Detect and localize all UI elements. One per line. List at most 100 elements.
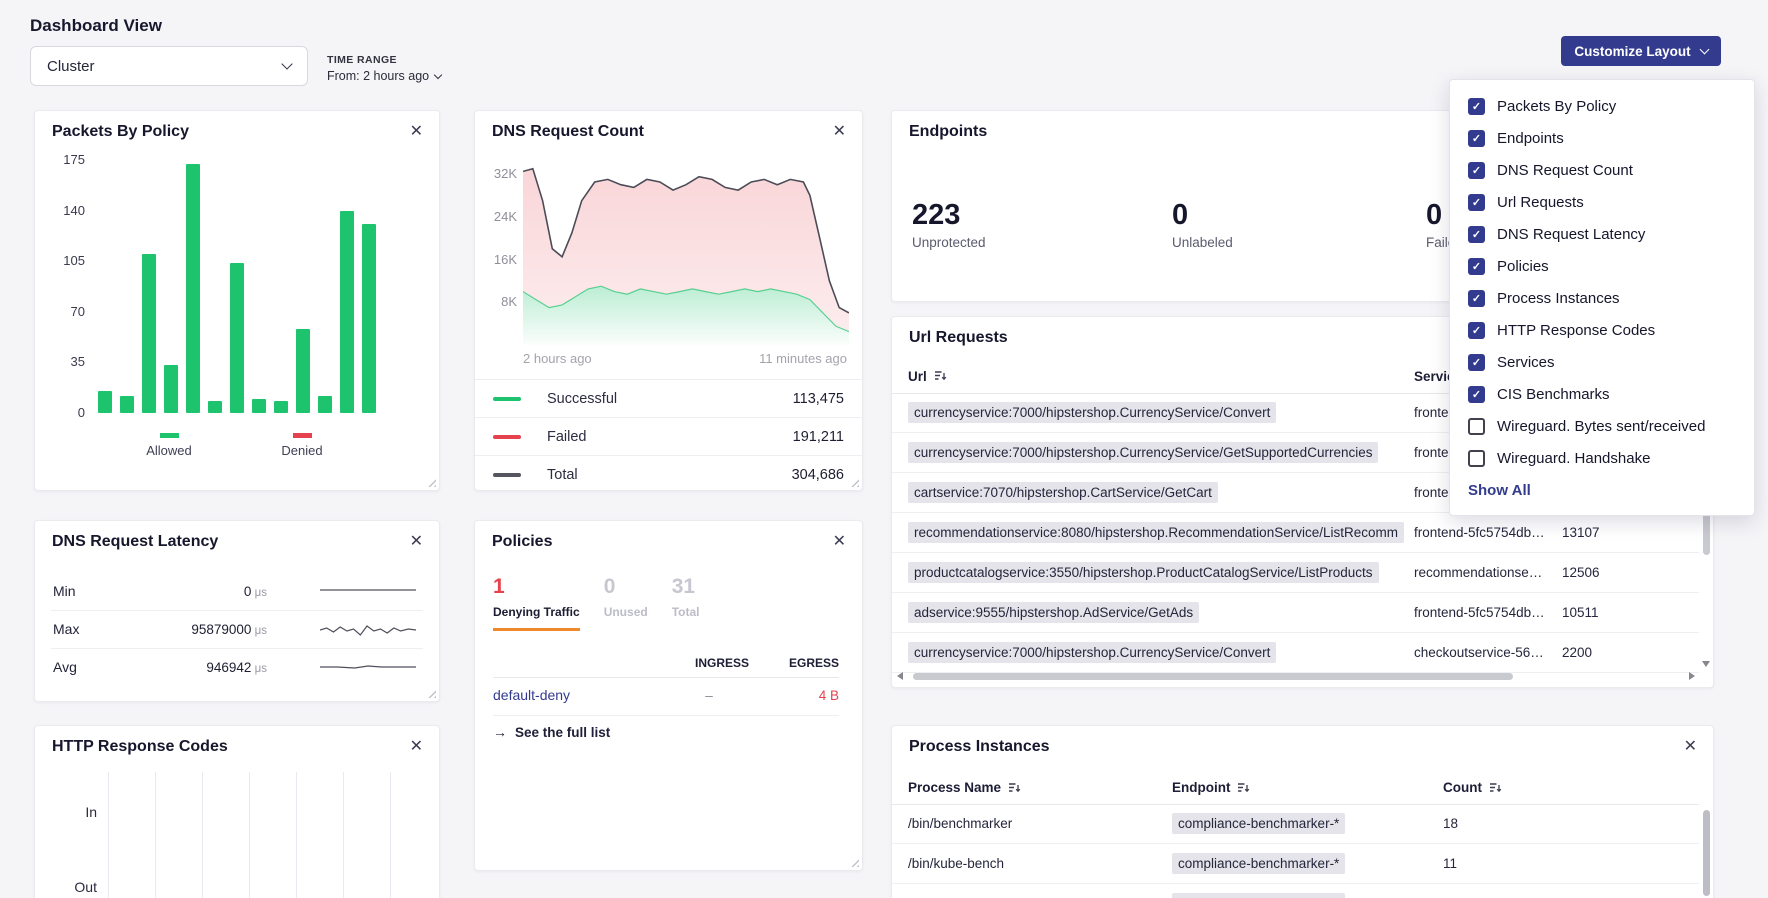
latency-sparkline [320, 620, 416, 640]
close-icon[interactable] [410, 531, 423, 551]
column-header-egress[interactable]: EGRESS [759, 656, 839, 670]
legend-color-dash [493, 473, 521, 477]
card-title: Process Instances [909, 738, 1050, 756]
y-axis-label: 35 [47, 354, 85, 369]
scroll-right-arrow[interactable] [1689, 672, 1695, 680]
customize-menu-item[interactable]: Policies [1468, 250, 1736, 282]
vertical-scrollbar[interactable] [1703, 806, 1710, 898]
process-instance-row: /bin/kube-benchcompliance-benchmarker-*1… [892, 844, 1699, 884]
customize-menu-item[interactable]: HTTP Response Codes [1468, 314, 1736, 346]
chevron-down-icon [281, 58, 292, 69]
see-full-list-link[interactable]: See the full list [493, 724, 610, 740]
close-icon[interactable] [410, 121, 423, 141]
checkbox-unchecked-icon[interactable] [1468, 450, 1485, 467]
menu-item-label: Wireguard. Bytes sent/received [1497, 418, 1705, 435]
scroll-left-arrow[interactable] [897, 672, 903, 680]
checkbox-checked-icon[interactable] [1468, 130, 1485, 147]
customize-menu-item[interactable]: DNS Request Count [1468, 154, 1736, 186]
url-cell: currencyservice:7000/hipstershop.Currenc… [908, 633, 1406, 672]
policy-ingress-value: – [669, 688, 749, 703]
time-range-value[interactable]: From: 2 hours ago [327, 69, 441, 83]
process-name-cell: /bin/benchmarker [908, 804, 1148, 843]
legend-label: Successful [547, 391, 617, 407]
resize-handle[interactable] [849, 857, 859, 867]
column-header-ingress[interactable]: INGRESS [669, 656, 749, 670]
customize-layout-menu: Packets By Policy Endpoints DNS Request Co… [1449, 79, 1755, 516]
checkbox-checked-icon[interactable] [1468, 322, 1485, 339]
scrollbar-thumb[interactable] [913, 673, 1513, 680]
close-icon[interactable] [833, 531, 846, 551]
customize-layout-button[interactable]: Customize Layout [1561, 36, 1721, 66]
endpoint-chip: compliance-benchmarker-* [1172, 813, 1345, 834]
customize-menu-item[interactable]: Services [1468, 346, 1736, 378]
checkbox-checked-icon[interactable] [1468, 386, 1485, 403]
bar [252, 399, 266, 413]
stat-label: Unprotected [912, 235, 986, 250]
policies-stat-unused[interactable]: 0 Unused [604, 575, 648, 631]
scrollbar-thumb[interactable] [1703, 810, 1710, 896]
column-header-count[interactable]: Count [1443, 771, 1533, 804]
legend-value: 304,686 [792, 467, 844, 483]
checkbox-checked-icon[interactable] [1468, 290, 1485, 307]
process-instances-rows: /bin/benchmarker compliance-benchmarker-*… [892, 804, 1699, 898]
sort-icon[interactable] [934, 370, 947, 382]
url-cell: recommendationservice:8080/hipstershop.R… [908, 513, 1406, 552]
scroll-down-arrow[interactable] [1702, 661, 1710, 667]
endpoint-chip: compliance-benchmarker-* [1172, 853, 1345, 874]
url-request-row: recommendationservice:8080/hipstershop.R… [892, 513, 1699, 553]
policies-card: Policies 1 Denying Traffic 0 Unused 31 T… [474, 520, 863, 871]
view-selector[interactable]: Cluster [30, 46, 308, 86]
column-header-endpoint[interactable]: Endpoint [1172, 771, 1432, 804]
customize-layout-label: Customize Layout [1574, 44, 1690, 59]
customize-menu-item[interactable]: Wireguard. Bytes sent/received [1468, 410, 1736, 442]
bar [296, 329, 310, 413]
policies-stat-total[interactable]: 31 Total [672, 575, 700, 631]
column-header-url[interactable]: Url [908, 359, 1406, 393]
count-cell: 12506 [1562, 553, 1652, 592]
menu-item-label: Packets By Policy [1497, 98, 1616, 115]
endpoint-cell: compliance-benchmarker-* [1172, 884, 1432, 898]
checkbox-checked-icon[interactable] [1468, 354, 1485, 371]
close-icon[interactable] [410, 736, 423, 756]
time-range[interactable]: TIME RANGE From: 2 hours ago [327, 54, 441, 83]
legend-label: Failed [547, 429, 587, 445]
sort-icon[interactable] [1489, 782, 1502, 794]
checkbox-checked-icon[interactable] [1468, 162, 1485, 179]
menu-item-label: HTTP Response Codes [1497, 322, 1655, 339]
view-selector-value: Cluster [47, 58, 95, 75]
dns-request-latency-card: DNS Request Latency Min0 μsMax95879000 μ… [34, 520, 440, 702]
customize-menu-item[interactable]: Endpoints [1468, 122, 1736, 154]
checkbox-unchecked-icon[interactable] [1468, 418, 1485, 435]
sort-icon[interactable] [1237, 782, 1250, 794]
checkbox-checked-icon[interactable] [1468, 226, 1485, 243]
policies-stat-denying-traffic[interactable]: 1 Denying Traffic [493, 575, 580, 631]
show-all-link[interactable]: Show All [1468, 482, 1736, 499]
url-text-chip: adservice:9555/hipstershop.AdService/Get… [908, 602, 1199, 623]
column-header-process-name[interactable]: Process Name [908, 771, 1148, 804]
customize-menu-item[interactable]: CIS Benchmarks [1468, 378, 1736, 410]
resize-handle[interactable] [426, 477, 436, 487]
customize-menu-item[interactable]: Process Instances [1468, 282, 1736, 314]
dns-request-count-card: DNS Request Count 2 hours ago 11 minutes… [474, 110, 863, 491]
resize-handle[interactable] [426, 688, 436, 698]
customize-menu-item[interactable]: Wireguard. Handshake [1468, 442, 1736, 474]
checkbox-checked-icon[interactable] [1468, 98, 1485, 115]
customize-menu-item[interactable]: DNS Request Latency [1468, 218, 1736, 250]
url-text-chip: productcatalogservice:3550/hipstershop.P… [908, 562, 1379, 583]
process-instances-table-header: Process Name Endpoint Count [892, 771, 1699, 805]
policy-name-link[interactable]: default-deny [493, 687, 570, 703]
card-title: HTTP Response Codes [52, 738, 228, 756]
close-icon[interactable] [1684, 736, 1697, 756]
customize-menu-item[interactable]: Url Requests [1468, 186, 1736, 218]
close-icon[interactable] [833, 121, 846, 141]
card-title: Endpoints [909, 123, 987, 141]
horizontal-scrollbar[interactable] [897, 670, 1695, 682]
x-axis-start-label: 2 hours ago [523, 351, 592, 366]
customize-menu-item[interactable]: Packets By Policy [1468, 90, 1736, 122]
checkbox-checked-icon[interactable] [1468, 194, 1485, 211]
menu-item-label: DNS Request Count [1497, 162, 1633, 179]
checkbox-checked-icon[interactable] [1468, 258, 1485, 275]
sort-icon[interactable] [1008, 782, 1021, 794]
policy-egress-value: 4 B [759, 688, 839, 703]
url-cell: adservice:9555/hipstershop.AdService/Get… [908, 593, 1406, 632]
